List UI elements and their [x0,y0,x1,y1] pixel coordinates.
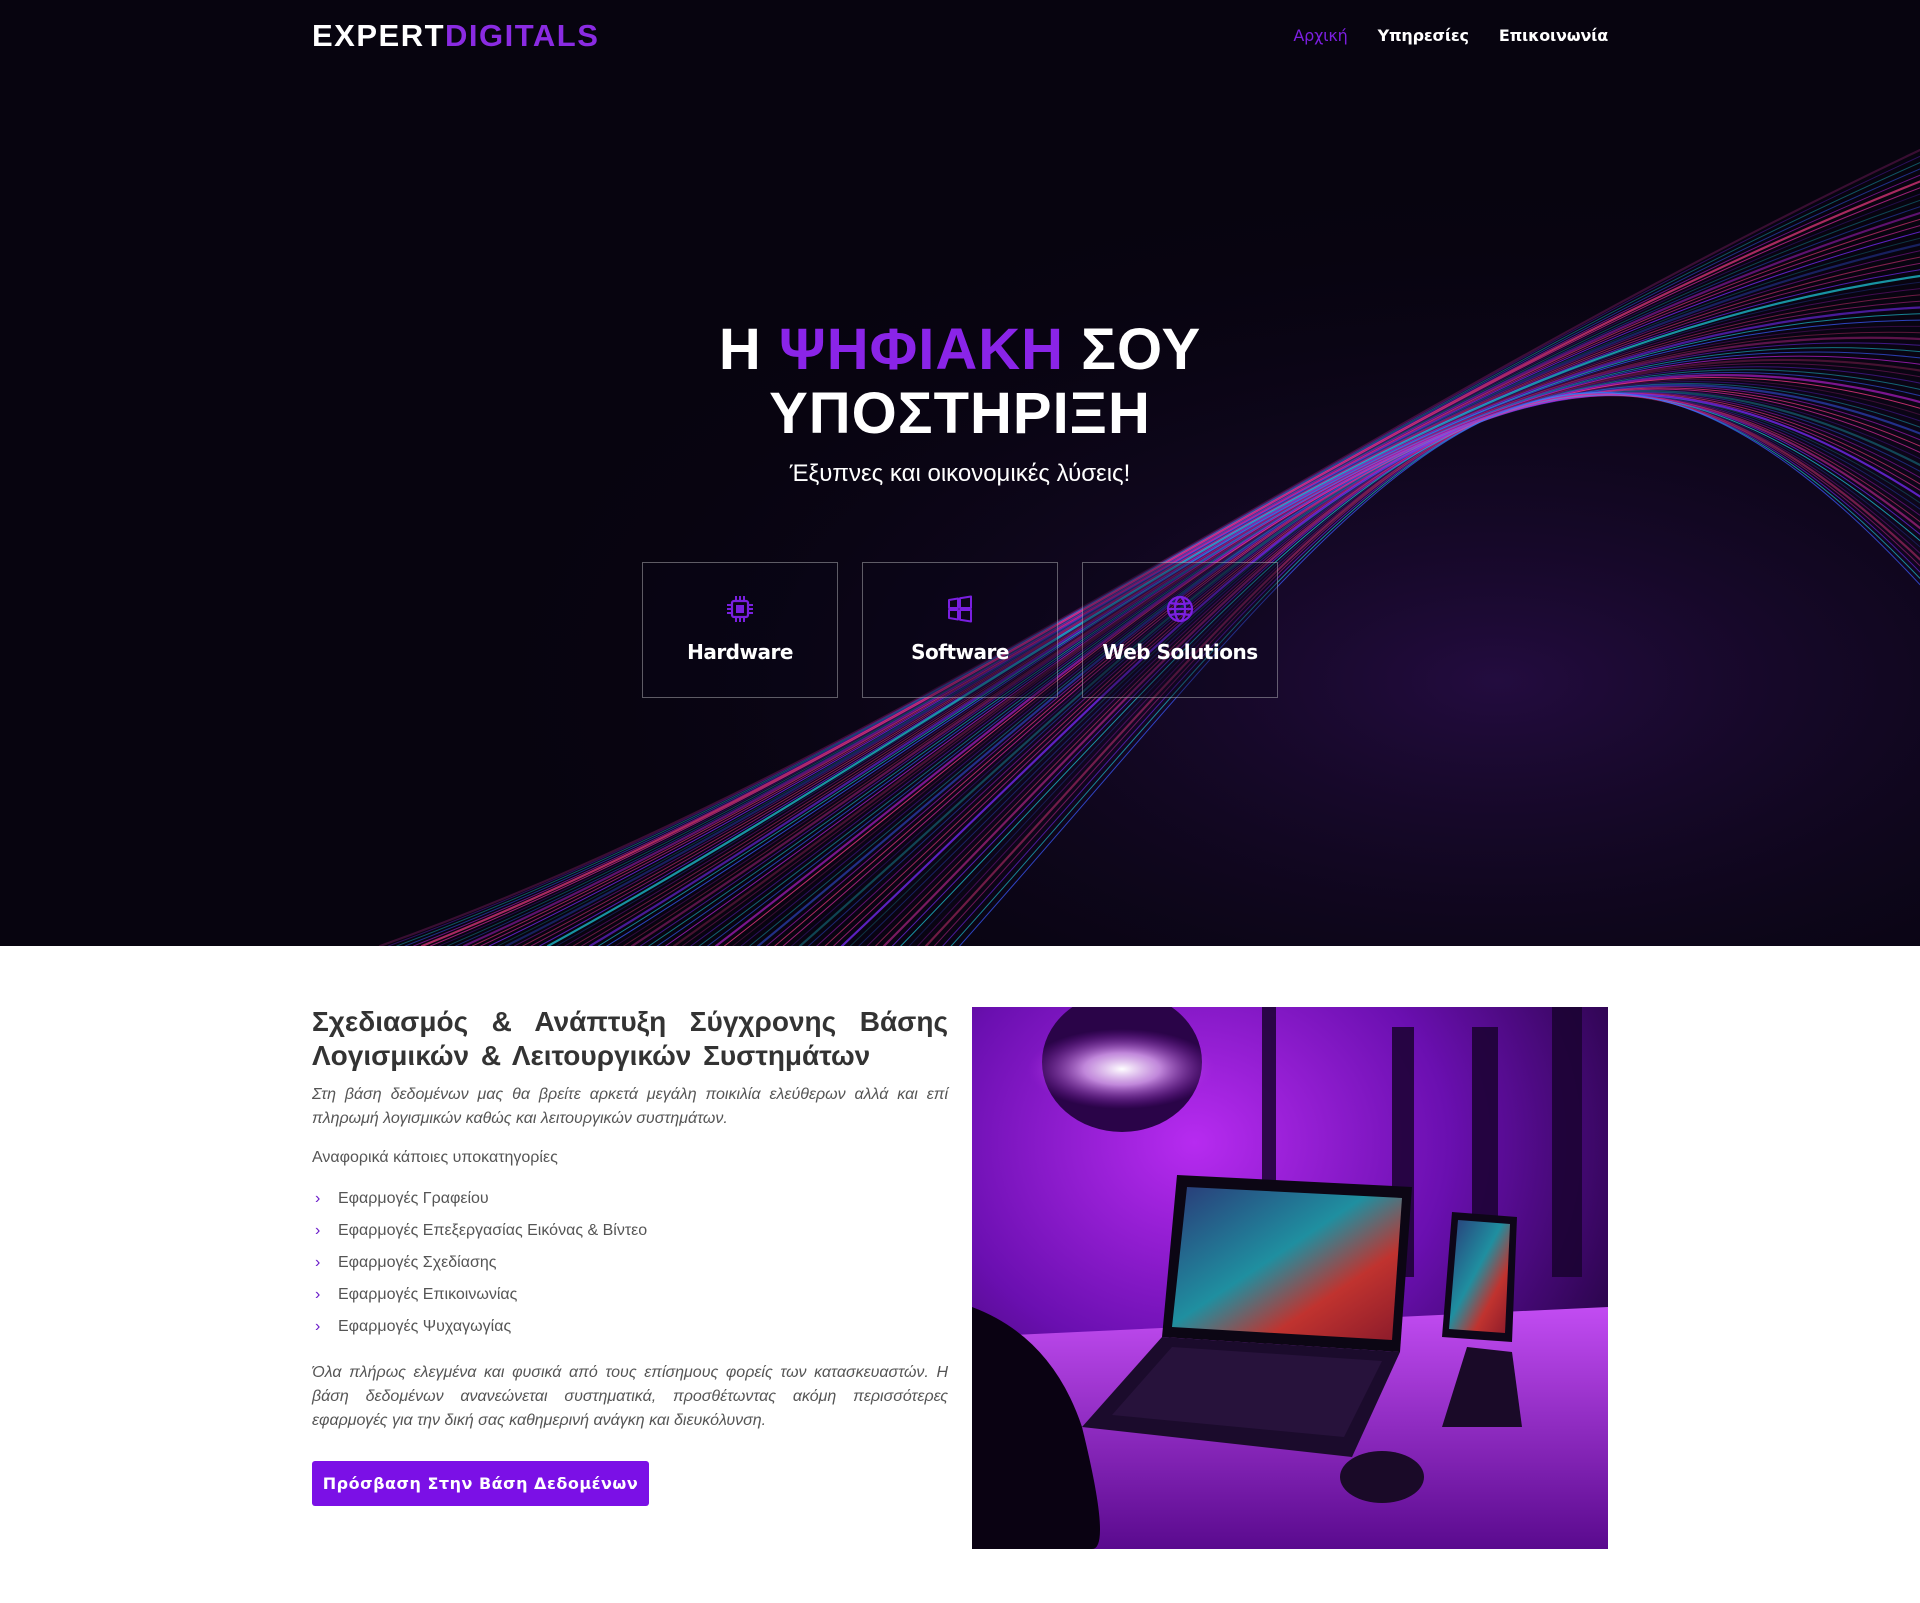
site-header: EXPERTDIGITALS Αρχική Υπηρεσίες Επικοινω… [312,0,1608,74]
database-access-button[interactable]: Πρόσβαση Στην Βάση Δεδομένων [312,1461,649,1506]
hero-title-accent: ΨΗΦΙΑΚΗ [778,317,1065,382]
hero-title-suffix: ΣΟΥ [1081,317,1202,382]
categories-list: › Εφαρμογές Γραφείου › Εφαρμογές Επεξεργασ… [312,1183,948,1343]
card-web-solutions[interactable]: Web Solutions [1082,562,1278,698]
card-label: Hardware [687,640,793,664]
list-item: › Εφαρμογές Επικοινωνίας [312,1279,948,1311]
globe-icon [1166,595,1194,623]
chevron-right-icon: › [315,1254,321,1271]
nav-link-contact[interactable]: Επικοινωνία [1499,26,1608,45]
chevron-right-icon: › [315,1190,321,1207]
site-logo[interactable]: EXPERTDIGITALS [312,18,599,54]
logo-main-text: EXPERT [312,18,446,53]
section-outro: Όλα πλήρως ελεγμένα και φυσικά από τους … [312,1364,948,1429]
section-title: Σχεδιασμός & Ανάπτυξη Σύγχρονης Βάσης Λο… [312,1006,948,1071]
hero-title-prefix: Η [718,317,762,382]
logo-accent-text: DIGITALS [445,18,600,53]
card-software[interactable]: Software [862,562,1058,698]
chevron-right-icon: › [315,1286,321,1303]
list-item-label: Εφαρμογές Ψυχαγωγίας [338,1318,512,1335]
list-item-label: Εφαρμογές Επεξεργασίας Εικόνας & Βίντεο [338,1222,648,1239]
chevron-right-icon: › [315,1318,321,1335]
list-item: › Εφαρμογές Ψυχαγωγίας [312,1311,948,1343]
hero-title-line2: ΥΠΟΣΤΗΡΙΞΗ [769,381,1151,446]
list-item-label: Εφαρμογές Γραφείου [338,1190,489,1207]
card-hardware[interactable]: Hardware [642,562,838,698]
hero-title: Η ΨΗΦΙΑΚΗ ΣΟΥ ΥΠΟΣΤΗΡΙΞΗ [0,318,1920,446]
nav-link-services[interactable]: Υπηρεσίες [1378,26,1469,45]
hero-subtitle: Έξυπνες και οικονομικές λύσεις! [789,460,1131,487]
card-label: Web Solutions [1102,640,1258,664]
windows-icon [948,595,972,623]
database-section: Σχεδιασμός & Ανάπτυξη Σύγχρονης Βάσης Λο… [312,1005,948,1506]
categories-heading: Αναφορικά κάποιες υποκατηγορίες [312,1149,558,1166]
card-label: Software [911,640,1009,664]
list-item: › Εφαρμογές Επεξεργασίας Εικόνας & Βίντεο [312,1215,948,1247]
chip-icon [727,596,753,622]
service-cards: Hardware Software Web Solutions [642,562,1278,698]
laptop-workspace-image [972,1007,1608,1549]
nav-link-home[interactable]: Αρχική [1293,26,1347,45]
list-item-label: Εφαρμογές Επικοινωνίας [338,1286,518,1303]
list-item: › Εφαρμογές Γραφείου [312,1183,948,1215]
list-item: › Εφαρμογές Σχεδίασης [312,1247,948,1279]
section-intro: Στη βάση δεδομένων μας θα βρείτε αρκετά … [312,1086,948,1127]
main-nav: Αρχική Υπηρεσίες Επικοινωνία [1293,26,1608,45]
list-item-label: Εφαρμογές Σχεδίασης [338,1254,497,1271]
chevron-right-icon: › [315,1222,321,1239]
hero-section: EXPERTDIGITALS Αρχική Υπηρεσίες Επικοινω… [0,0,1920,946]
